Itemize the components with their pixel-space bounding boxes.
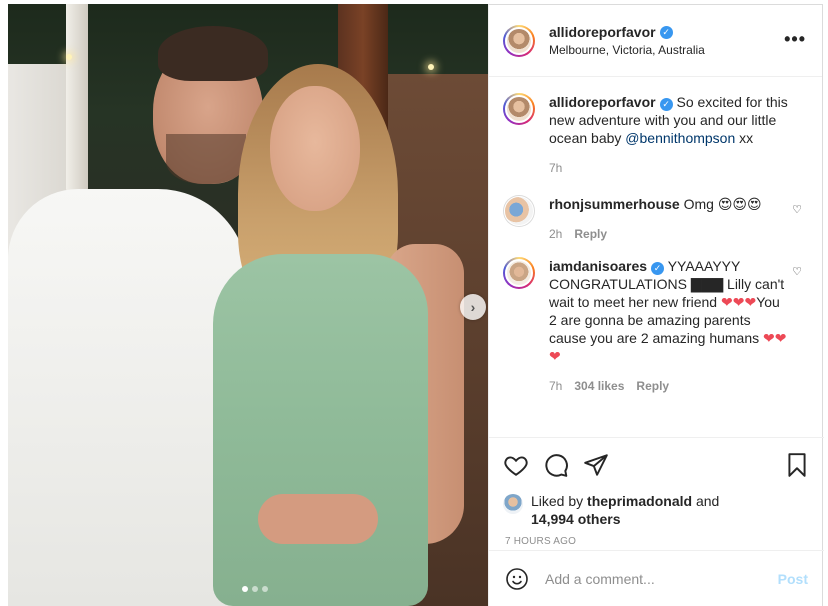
man-beard: [166, 134, 246, 184]
author-avatar[interactable]: [503, 24, 535, 57]
post-timestamp: 7 HOURS AGO: [505, 536, 577, 547]
woman-head: [270, 86, 360, 211]
comments-list: allidoreporfavor ✓ So excited for this ne…: [489, 77, 822, 437]
hearts-emoji: ❤❤❤: [720, 294, 757, 310]
caption-time: 7h: [549, 161, 563, 175]
post-photo[interactable]: ›: [8, 4, 488, 606]
woman-hand: [258, 494, 378, 544]
flag-emoji: ▇▇▇: [690, 276, 724, 292]
comment-input[interactable]: Add a comment...: [545, 571, 778, 587]
like-comment-heart-icon[interactable]: ♡: [792, 265, 802, 278]
reply-button[interactable]: Reply: [574, 227, 607, 241]
comment-username[interactable]: rhonjsummerhouse: [549, 196, 680, 212]
comment-text: iamdanisoares ✓ YYAAAYYY CONGRATULATIONS …: [549, 257, 789, 365]
bookmark-icon[interactable]: [784, 452, 810, 478]
man-figure: [8, 189, 248, 606]
liker-avatar[interactable]: [503, 494, 523, 514]
reply-button[interactable]: Reply: [636, 379, 669, 393]
carousel-dots: [242, 586, 268, 592]
caption-text: allidoreporfavor ✓ So excited for this ne…: [549, 93, 789, 147]
share-send-icon[interactable]: [583, 452, 609, 478]
liked-by-connector: and: [692, 493, 720, 509]
like-comment-heart-icon[interactable]: ♡: [792, 203, 802, 216]
comment-bubble-icon[interactable]: [543, 452, 569, 478]
add-comment-bar: Add a comment... Post: [489, 550, 824, 606]
comment-username[interactable]: iamdanisoares: [549, 258, 647, 274]
woman-figure: [213, 254, 428, 606]
comment-time: 2h: [549, 227, 563, 241]
carousel-dot: [252, 586, 258, 592]
caption: allidoreporfavor ✓ So excited for this ne…: [503, 93, 808, 175]
chevron-right-icon: ›: [470, 299, 476, 315]
carousel-dot: [242, 586, 248, 592]
author-username[interactable]: allidoreporfavor: [549, 24, 656, 40]
post-actions: Liked by theprimadonald and 14,994 other…: [489, 437, 824, 547]
comment-item: rhonjsummerhouse Omg 😍😍😍 2h Reply ♡: [503, 195, 808, 241]
author-avatar[interactable]: [503, 93, 535, 125]
post-header: allidoreporfavor ✓ Melbourne, Victoria, …: [489, 5, 822, 77]
verified-badge-icon: ✓: [651, 261, 665, 275]
carousel-dot: [262, 586, 268, 592]
like-heart-icon[interactable]: [503, 452, 529, 478]
caption-username[interactable]: allidoreporfavor: [549, 94, 656, 110]
caption-suffix: xx: [735, 130, 754, 146]
liked-by-count[interactable]: 14,994 others: [531, 511, 621, 527]
emoji-smiley-icon[interactable]: [505, 567, 529, 591]
comment-body: Omg: [683, 196, 718, 212]
verified-badge-icon: ✓: [659, 97, 673, 111]
liked-by-label: Liked by: [531, 493, 588, 509]
more-options-button[interactable]: •••: [784, 29, 806, 50]
heart-eyes-emoji: 😍😍😍: [717, 196, 762, 212]
comment-text: rhonjsummerhouse Omg 😍😍😍: [549, 195, 789, 213]
post-sidebar: allidoreporfavor ✓ Melbourne, Victoria, …: [488, 4, 824, 606]
background-pipe: [66, 4, 88, 194]
caption-mention[interactable]: @bennithompson: [625, 130, 735, 146]
verified-badge-icon: ✓: [659, 25, 673, 39]
carousel-next-button[interactable]: ›: [460, 294, 486, 320]
post-comment-button[interactable]: Post: [778, 571, 808, 587]
man-hair: [158, 26, 268, 81]
liked-by-username[interactable]: theprimadonald: [587, 493, 692, 509]
likes-summary: Liked by theprimadonald and 14,994 other…: [503, 492, 810, 528]
post-location[interactable]: Melbourne, Victoria, Australia: [549, 43, 705, 57]
comment-item: iamdanisoares ✓ YYAAAYYY CONGRATULATIONS …: [503, 257, 808, 393]
commenter-avatar[interactable]: [503, 195, 535, 227]
commenter-avatar[interactable]: [503, 257, 535, 289]
comment-likes[interactable]: 304 likes: [574, 379, 624, 393]
comment-time: 7h: [549, 379, 563, 393]
